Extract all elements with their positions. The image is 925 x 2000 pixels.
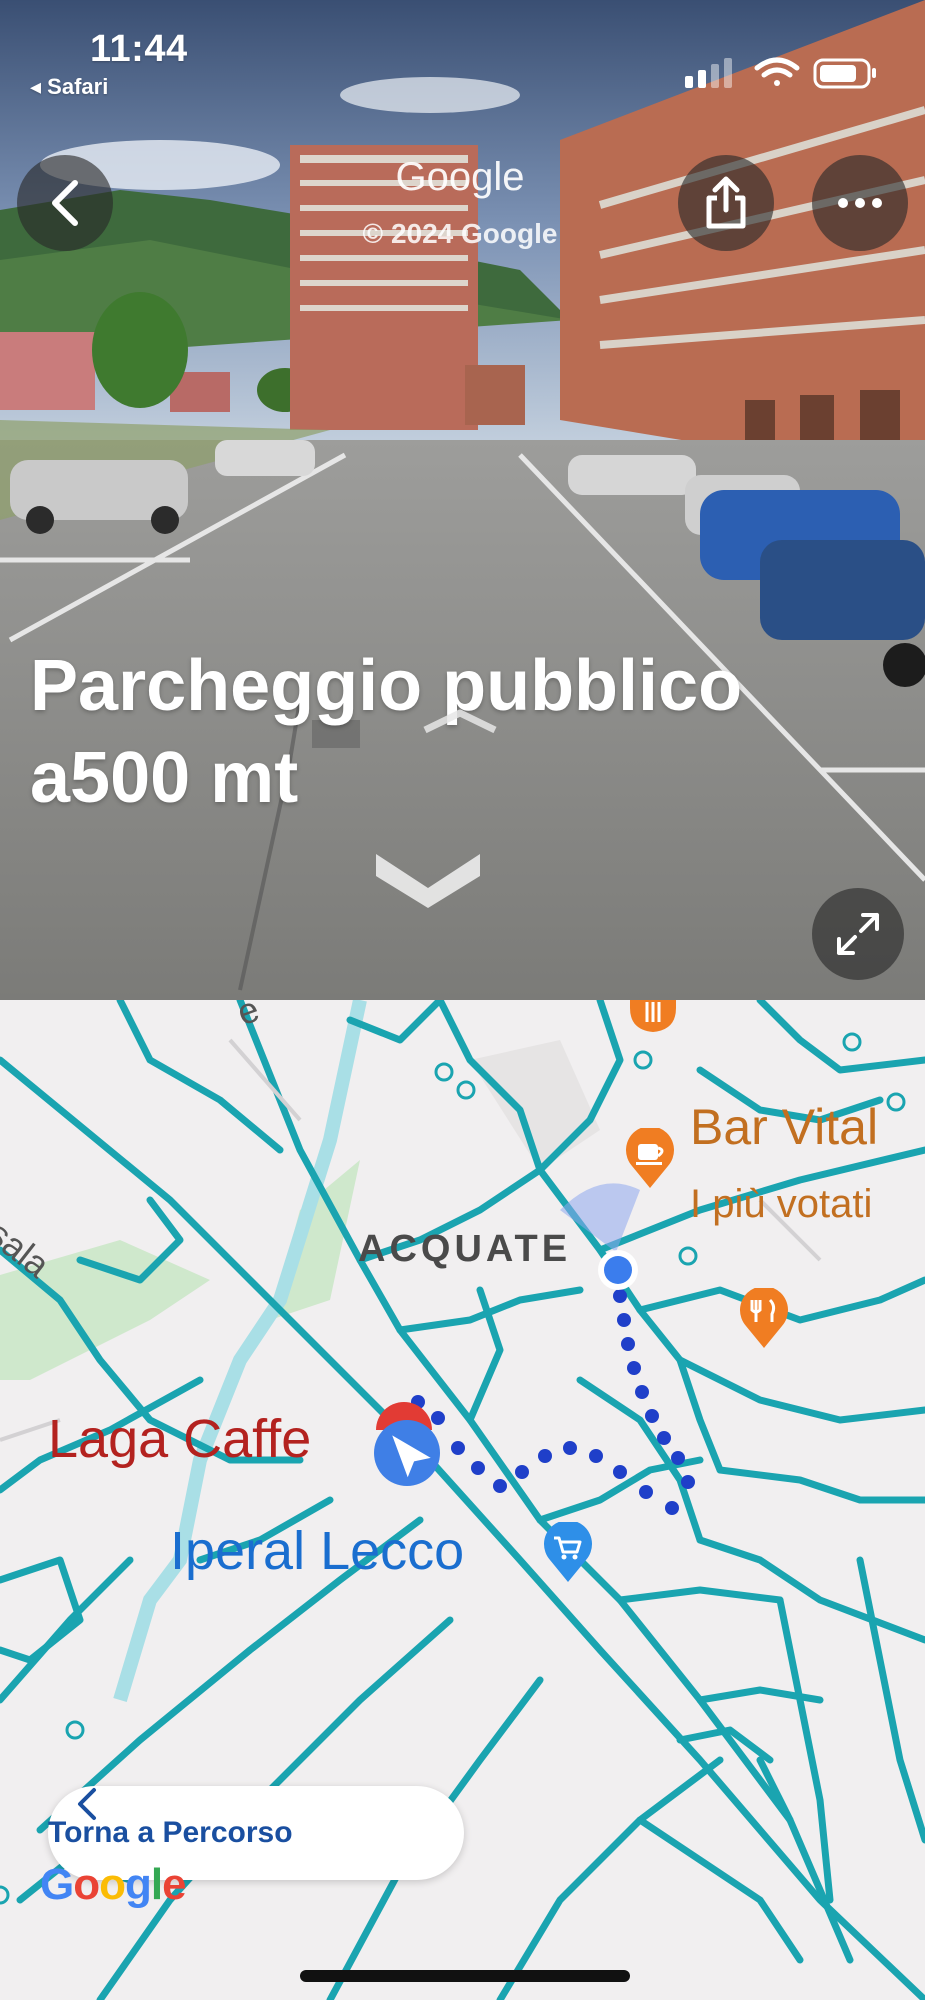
street-view-panel[interactable]: 11:44 ◂ Safari Google © 2024 Google Parc… [0,0,925,1000]
signal-icon [685,58,732,88]
back-to-safari-link[interactable]: ◂ Safari [30,74,108,100]
coffee-icon[interactable] [624,1128,676,1188]
status-icons [685,57,876,89]
laga-caffe-label[interactable]: Laga Caffe [48,1408,311,1470]
share-icon [706,176,746,229]
map-panel[interactable]: e Bar Vital I più votati ACQUATE rsala L… [0,1000,925,2000]
share-button[interactable] [678,155,774,251]
compass-arrow-icon[interactable] [372,1418,442,1488]
status-time: 11:44 [90,28,188,70]
battery-icon [813,58,876,89]
iperal-lecco-label[interactable]: Iperal Lecco [170,1520,464,1582]
home-indicator[interactable] [300,1970,630,1982]
forward-chevron-icon[interactable] [420,705,500,735]
google-logo: Google [40,1860,187,1909]
restaurant-icon[interactable] [630,1000,676,1032]
restaurant-icon[interactable] [738,1288,790,1348]
top-rated-label: I più votati [690,1182,873,1226]
neighborhood-label: ACQUATE [358,1228,572,1270]
expand-button[interactable] [812,888,904,980]
more-options-button[interactable] [812,155,908,251]
google-watermark: Google [395,155,525,199]
bar-vital-label[interactable]: Bar Vital [690,1098,878,1156]
chevron-left-icon [78,1788,96,1820]
caption-line-1: Parcheggio pubblico [30,646,743,726]
expand-icon [837,913,879,955]
more-icon [838,198,882,208]
street-view-caption: Parcheggio pubblico a500 mt [30,640,742,824]
walking-route [411,1265,695,1515]
back-arrow-icon [52,180,78,226]
copyright-text: © 2024 Google [362,218,558,249]
shopping-cart-icon[interactable] [542,1522,594,1582]
location-dot-icon [598,1250,638,1290]
navigation-chevron-icon[interactable] [370,848,486,912]
back-button[interactable] [17,155,113,251]
wifi-icon [754,57,800,86]
caption-line-2: a500 mt [30,738,299,818]
